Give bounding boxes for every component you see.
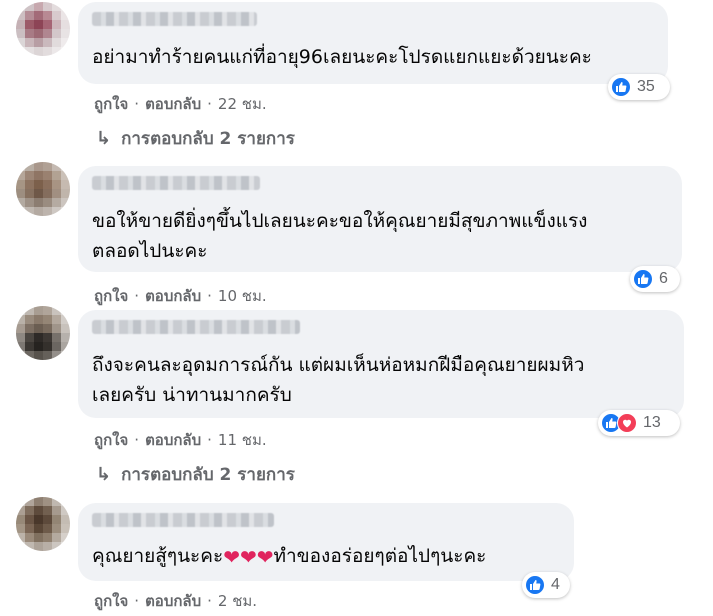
comment-actions: ถูกใจ · ตอบกลับ · 2 ชม. bbox=[94, 589, 257, 613]
separator-dot: · bbox=[207, 431, 212, 449]
reply-button[interactable]: ตอบกลับ bbox=[145, 589, 201, 613]
comment-actions: ถูกใจ · ตอบกลับ · 11 ชม. bbox=[94, 428, 267, 452]
timestamp[interactable]: 2 ชม. bbox=[218, 589, 257, 613]
view-replies-link[interactable]: ↳ การตอบกลับ 2 รายการ bbox=[96, 461, 295, 488]
separator-dot: · bbox=[134, 592, 140, 610]
comment-text: อย่ามาทำร้ายคนแก่ที่อายุ96เลยนะคะโปรดแยก… bbox=[92, 46, 592, 68]
timestamp[interactable]: 10 ชม. bbox=[218, 284, 267, 308]
like-button[interactable]: ถูกใจ bbox=[94, 284, 128, 308]
comment-text-part: คุณยายสู้ๆนะคะ bbox=[92, 545, 224, 567]
avatar[interactable] bbox=[16, 2, 70, 56]
commenter-name-blurred[interactable] bbox=[92, 176, 260, 190]
commenter-name-blurred[interactable] bbox=[92, 320, 300, 334]
commenter-name-blurred[interactable] bbox=[92, 12, 257, 26]
comment-bubble: คุณยายสู้ๆนะคะ❤❤❤ทำของอร่อยๆต่อไปๆนะคะ bbox=[78, 503, 574, 581]
reaction-count: 4 bbox=[551, 576, 560, 593]
comment-thread: อย่ามาทำร้ายคนแก่ที่อายุ96เลยนะคะโปรดแยก… bbox=[0, 0, 713, 616]
separator-dot: · bbox=[207, 95, 212, 113]
separator-dot: · bbox=[207, 592, 212, 610]
replies-label: การตอบกลับ 2 รายการ bbox=[121, 129, 295, 149]
reply-arrow-icon: ↳ bbox=[96, 464, 112, 485]
like-button[interactable]: ถูกใจ bbox=[94, 428, 128, 452]
commenter-name-blurred[interactable] bbox=[92, 513, 274, 527]
reply-button[interactable]: ตอบกลับ bbox=[145, 284, 201, 308]
separator-dot: · bbox=[134, 431, 140, 449]
reaction-summary[interactable]: 6 bbox=[630, 266, 680, 292]
like-reaction-icon bbox=[525, 575, 545, 595]
separator-dot: · bbox=[134, 287, 140, 305]
love-reaction-icon bbox=[617, 413, 637, 433]
comment-bubble: ถึงจะคนละอุดมการณ์กัน แต่ผมเห็นห่อหมกฝีม… bbox=[78, 310, 684, 418]
separator-dot: · bbox=[207, 287, 212, 305]
comment-actions: ถูกใจ · ตอบกลับ · 10 ชม. bbox=[94, 284, 267, 308]
reaction-count: 6 bbox=[659, 270, 668, 287]
reaction-summary[interactable]: 4 bbox=[522, 572, 570, 598]
like-button[interactable]: ถูกใจ bbox=[94, 589, 128, 613]
reaction-summary[interactable]: 35 bbox=[608, 74, 670, 100]
comment-text: คุณยายสู้ๆนะคะ❤❤❤ทำของอร่อยๆต่อไปๆนะคะ bbox=[92, 541, 560, 571]
reaction-count: 35 bbox=[637, 78, 655, 95]
avatar[interactable] bbox=[16, 497, 70, 551]
reaction-count: 13 bbox=[643, 414, 661, 431]
comment-text: ขอให้ขายดียิ่งๆขึ้นไปเลยนะคะขอให้คุณยายม… bbox=[92, 210, 588, 262]
separator-dot: · bbox=[134, 95, 140, 113]
timestamp[interactable]: 22 ชม. bbox=[218, 92, 267, 116]
comment-actions: ถูกใจ · ตอบกลับ · 22 ชม. bbox=[94, 92, 267, 116]
timestamp[interactable]: 11 ชม. bbox=[218, 428, 267, 452]
heart-emoji-icon: ❤❤❤ bbox=[223, 545, 274, 569]
like-button[interactable]: ถูกใจ bbox=[94, 92, 128, 116]
replies-label: การตอบกลับ 2 รายการ bbox=[121, 465, 295, 485]
like-reaction-icon bbox=[633, 269, 653, 289]
reply-button[interactable]: ตอบกลับ bbox=[145, 428, 201, 452]
reaction-summary[interactable]: 13 bbox=[598, 410, 680, 436]
comment-text-part: ทำของอร่อยๆต่อไปๆนะคะ bbox=[273, 545, 487, 567]
comment-bubble: อย่ามาทำร้ายคนแก่ที่อายุ96เลยนะคะโปรดแยก… bbox=[78, 2, 668, 84]
reply-arrow-icon: ↳ bbox=[96, 128, 112, 149]
like-reaction-icon bbox=[611, 77, 631, 97]
avatar[interactable] bbox=[16, 162, 70, 216]
reply-button[interactable]: ตอบกลับ bbox=[145, 92, 201, 116]
view-replies-link[interactable]: ↳ การตอบกลับ 2 รายการ bbox=[96, 125, 295, 152]
avatar[interactable] bbox=[16, 306, 70, 360]
comment-bubble: ขอให้ขายดียิ่งๆขึ้นไปเลยนะคะขอให้คุณยายม… bbox=[78, 166, 682, 272]
comment-text: ถึงจะคนละอุดมการณ์กัน แต่ผมเห็นห่อหมกฝีม… bbox=[92, 354, 585, 406]
